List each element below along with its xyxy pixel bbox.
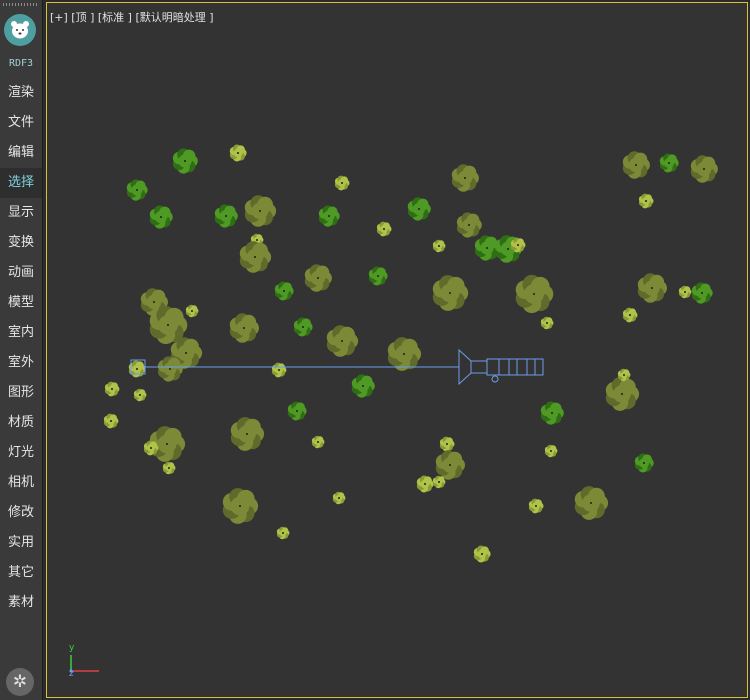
tree-symbol[interactable] xyxy=(143,440,159,456)
tree-symbol[interactable] xyxy=(638,193,654,209)
top-viewport[interactable]: [+] [顶 ] [标准 ] [默认明暗处理 ] y z xyxy=(46,2,748,698)
tree-symbol[interactable] xyxy=(540,401,564,425)
axis-z-label: z xyxy=(69,669,74,679)
tree-symbol[interactable] xyxy=(103,413,119,429)
tree-symbol[interactable] xyxy=(622,151,650,179)
tree-symbol[interactable] xyxy=(544,444,558,458)
tree-symbol[interactable] xyxy=(416,475,434,493)
tree-symbol[interactable] xyxy=(287,401,307,421)
tree-symbol[interactable] xyxy=(157,356,183,382)
bear-face-icon xyxy=(11,21,29,39)
tree-symbol[interactable] xyxy=(456,212,482,238)
tree-symbol[interactable] xyxy=(368,266,388,286)
tree-symbol[interactable] xyxy=(311,435,325,449)
plugin-sidebar: RDF3 渲染 文件 编辑 选择 显示 变换 动画 模型 室内 室外 图形 材质 灯光 相机 修改 实用 其它素… xyxy=(0,0,43,700)
tree-symbol[interactable] xyxy=(432,475,446,489)
sidebar-item[interactable]: 图形 xyxy=(0,378,42,408)
tree-symbol[interactable] xyxy=(407,197,431,221)
tree-symbol[interactable] xyxy=(451,164,479,192)
tree-symbol[interactable] xyxy=(691,282,713,304)
tree-symbol[interactable] xyxy=(326,325,359,357)
tree-symbol[interactable] xyxy=(172,148,198,174)
sidebar-item[interactable]: 显示 xyxy=(0,198,42,228)
tree-symbol[interactable] xyxy=(435,450,466,480)
tree-symbol[interactable] xyxy=(605,377,640,411)
sidebar-item[interactable]: 相机 xyxy=(0,468,42,498)
tree-symbol[interactable] xyxy=(271,362,287,378)
tree-symbol[interactable] xyxy=(473,545,491,563)
sidebar-item[interactable]: 文件 xyxy=(0,108,42,138)
sidebar-item[interactable]: 动画 xyxy=(0,258,42,288)
tree-symbol[interactable] xyxy=(126,179,148,201)
tree-symbol[interactable] xyxy=(540,316,554,330)
viewport-label[interactable]: [+] [顶 ] [标准 ] [默认明暗处理 ] xyxy=(50,9,214,25)
tree-symbol[interactable] xyxy=(304,264,332,292)
axis-y-label: y xyxy=(69,643,75,653)
sidebar-menu: 渲染 文件 编辑 选择 显示 变换 动画 模型 室内 室外 图形 材质 灯光 相机 修改 实用 其它 素材 xyxy=(0,78,42,618)
tree-symbol[interactable] xyxy=(387,337,422,371)
tree-symbol[interactable] xyxy=(162,461,176,475)
tree-symbol[interactable] xyxy=(432,239,446,253)
tree-symbol[interactable] xyxy=(239,241,272,273)
tree-symbol[interactable] xyxy=(637,273,667,303)
tree-symbol[interactable] xyxy=(229,313,259,343)
sidebar-item[interactable]: 变换 xyxy=(0,228,42,258)
tree-symbol[interactable] xyxy=(528,498,544,514)
tree-symbol[interactable] xyxy=(104,381,120,397)
sidebar-item[interactable]: 编辑 xyxy=(0,138,42,168)
tree-symbol[interactable] xyxy=(332,491,346,505)
plugin-name: RDF3 xyxy=(8,58,34,69)
sidebar-item[interactable]: 其它 xyxy=(0,558,42,588)
tree-symbol[interactable] xyxy=(659,153,679,173)
bear-logo-icon[interactable] xyxy=(4,14,36,46)
tree-symbol[interactable] xyxy=(276,526,290,540)
tree-layer xyxy=(103,144,718,563)
sidebar-item[interactable]: 材质 xyxy=(0,408,42,438)
sidebar-item[interactable]: 模型 xyxy=(0,288,42,318)
sidebar-item[interactable]: 室内 xyxy=(0,318,42,348)
scene-canvas[interactable] xyxy=(47,3,747,697)
tree-symbol[interactable] xyxy=(376,221,392,237)
tree-symbol[interactable] xyxy=(515,274,554,314)
sidebar-item[interactable]: 渲染 xyxy=(0,78,42,108)
tree-symbol[interactable] xyxy=(634,453,654,473)
tree-symbol[interactable] xyxy=(678,285,692,299)
sidebar-item[interactable]: 选择 xyxy=(0,168,42,198)
tree-symbol[interactable] xyxy=(222,488,259,524)
tree-symbol[interactable] xyxy=(351,374,375,398)
sidebar-item[interactable]: 修改 xyxy=(0,498,42,528)
tree-symbol[interactable] xyxy=(214,204,238,228)
drag-grip[interactable] xyxy=(3,3,37,6)
tree-symbol[interactable] xyxy=(318,205,340,227)
gear-icon[interactable]: ✲ xyxy=(6,668,34,696)
camera-frustum xyxy=(458,348,472,386)
tree-symbol[interactable] xyxy=(229,144,247,162)
sidebar-item[interactable]: 素材 xyxy=(0,588,42,618)
tree-symbol[interactable] xyxy=(133,388,147,402)
sidebar-item[interactable]: 室外 xyxy=(0,348,42,378)
tree-symbol[interactable] xyxy=(230,417,265,451)
tree-symbol[interactable] xyxy=(244,195,277,227)
tree-symbol[interactable] xyxy=(293,317,313,337)
tree-symbol[interactable] xyxy=(690,155,718,183)
sidebar-item[interactable]: 灯光 xyxy=(0,438,42,468)
tree-symbol[interactable] xyxy=(622,307,638,323)
tree-symbol[interactable] xyxy=(149,205,173,229)
tree-symbol[interactable] xyxy=(439,436,455,452)
sidebar-item[interactable]: 实用 xyxy=(0,528,42,558)
tree-symbol[interactable] xyxy=(432,275,469,311)
tree-symbol[interactable] xyxy=(274,281,294,301)
tree-symbol[interactable] xyxy=(185,304,199,318)
camera-body xyxy=(470,360,488,374)
tree-symbol[interactable] xyxy=(574,486,609,520)
tree-symbol[interactable] xyxy=(334,175,350,191)
